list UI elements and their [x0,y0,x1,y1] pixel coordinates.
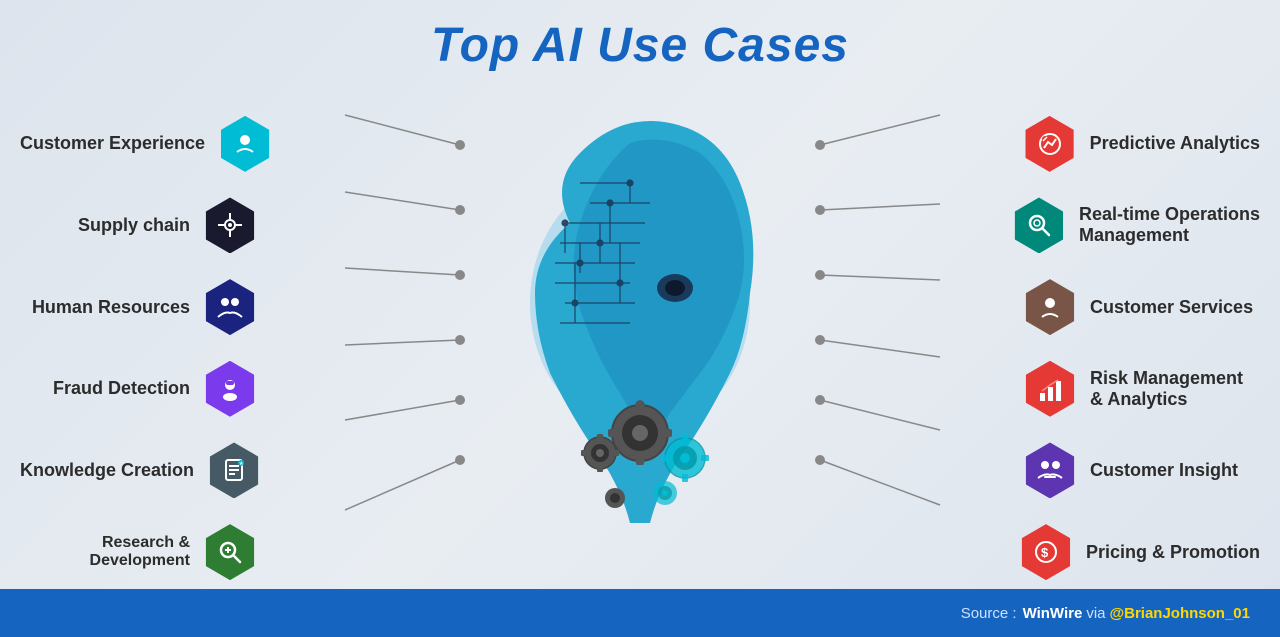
footer-brand: WinWire [1023,605,1083,622]
item-label: Pricing & Promotion [1086,542,1260,563]
footer-source-label: Source : [961,605,1017,622]
customer-services-icon [1022,279,1078,335]
left-items-panel: Customer Experience ★ Supply chain [20,93,360,593]
svg-text:★: ★ [248,130,257,141]
item-label: Fraud Detection [20,378,190,399]
list-item: Research &Development [20,524,360,580]
item-label: Real-time OperationsManagement [1079,204,1260,246]
research-development-icon [202,524,258,580]
list-item: Human Resources [20,279,360,335]
item-label: Customer Insight [1090,460,1260,481]
list-item: Pricing & Promotion $ [920,524,1260,580]
item-label: Predictive Analytics [1090,133,1260,154]
list-item: Risk Management& Analytics [920,361,1260,417]
item-label: Risk Management& Analytics [1090,368,1260,410]
main-container: Top AI Use Cases Customer Experience ★ S… [0,0,1280,637]
pricing-promotion-icon: $ [1018,524,1074,580]
list-item: Knowledge Creation ★ [20,442,360,498]
ai-head-center [480,93,800,593]
customer-experience-icon: ★ [217,116,273,172]
supply-chain-icon [202,197,258,253]
item-label: Supply chain [20,215,190,236]
svg-text:★: ★ [239,461,244,467]
ai-head-svg [490,103,790,583]
page-title: Top AI Use Cases [0,0,1280,73]
footer-bar: Source : WinWire via @BrianJohnson_01 [0,589,1280,637]
fraud-detection-icon [202,361,258,417]
list-item: Supply chain [20,197,360,253]
list-item: Customer Insight [920,442,1260,498]
risk-management-icon [1022,361,1078,417]
list-item: Customer Services [920,279,1260,335]
footer-via: via [1086,605,1105,622]
list-item: Predictive Analytics [920,116,1260,172]
list-item: Real-time OperationsManagement [920,197,1260,253]
list-item: Fraud Detection [20,361,360,417]
svg-text:$: $ [1041,545,1049,560]
right-items-panel: Predictive Analytics Real-time Operation… [920,93,1260,593]
customer-insight-icon [1022,442,1078,498]
item-label: Research &Development [20,534,190,570]
realtime-operations-icon [1011,197,1067,253]
predictive-analytics-icon [1022,116,1078,172]
item-label: Human Resources [20,297,190,318]
item-label: Customer Services [1090,297,1260,318]
human-resources-icon [202,279,258,335]
content-area: Customer Experience ★ Supply chain [0,73,1280,603]
knowledge-creation-icon: ★ [206,442,262,498]
item-label: Knowledge Creation [20,460,194,481]
item-label: Customer Experience [20,133,205,154]
list-item: Customer Experience ★ [20,116,360,172]
footer-handle: @BrianJohnson_01 [1110,605,1251,622]
